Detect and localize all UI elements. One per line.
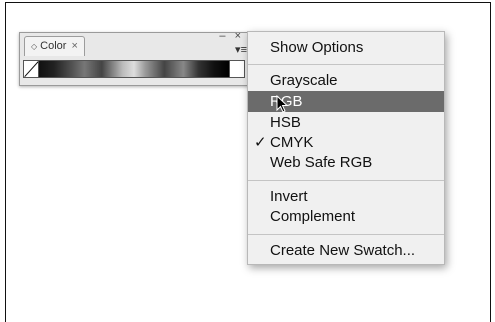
menu-item-show-options[interactable]: Show Options <box>248 37 444 58</box>
panel-menu-icon[interactable]: ▾≡ <box>235 43 247 56</box>
menu-item-label: Grayscale <box>270 72 338 89</box>
menu-item-label: Complement <box>270 208 356 225</box>
menu-item-label: Create New Swatch... <box>270 242 416 259</box>
menu-separator <box>248 180 444 181</box>
menu-item-invert[interactable]: Invert <box>248 186 444 207</box>
color-panel: ◇ Color × – × ▾≡ <box>19 30 251 86</box>
menu-separator <box>248 64 444 65</box>
panel-options-menu: Show Options Grayscale RGB HSB ✓ CMYK We… <box>247 31 445 265</box>
menu-item-create-new-swatch[interactable]: Create New Swatch... <box>248 240 444 261</box>
menu-item-label: Web Safe RGB <box>270 154 373 171</box>
menu-item-hsb[interactable]: HSB <box>248 112 444 133</box>
tab-color[interactable]: ◇ Color × <box>24 36 85 56</box>
menu-separator <box>248 234 444 235</box>
menu-item-label: Invert <box>270 188 308 205</box>
menu-item-label: CMYK <box>270 134 314 151</box>
menu-item-complement[interactable]: Complement <box>248 206 444 227</box>
checkmark-icon: ✓ <box>254 134 267 151</box>
none-swatch[interactable] <box>24 61 39 77</box>
color-ramp-row <box>23 60 245 78</box>
menu-item-rgb[interactable]: RGB <box>248 91 444 113</box>
tab-label: Color <box>40 40 67 52</box>
white-swatch[interactable] <box>229 61 244 77</box>
menu-item-label: Show Options <box>270 39 364 56</box>
menu-item-label: HSB <box>270 114 301 131</box>
menu-item-grayscale[interactable]: Grayscale <box>248 70 444 91</box>
menu-item-web-safe-rgb[interactable]: Web Safe RGB <box>248 152 444 173</box>
close-icon[interactable]: × <box>71 37 77 56</box>
color-ramp[interactable] <box>39 61 229 77</box>
window-controls[interactable]: – × <box>219 30 244 42</box>
mouse-pointer-icon <box>276 95 288 113</box>
panel-arrows-icon[interactable]: ◇ <box>31 37 37 56</box>
menu-item-cmyk[interactable]: ✓ CMYK <box>248 132 444 153</box>
